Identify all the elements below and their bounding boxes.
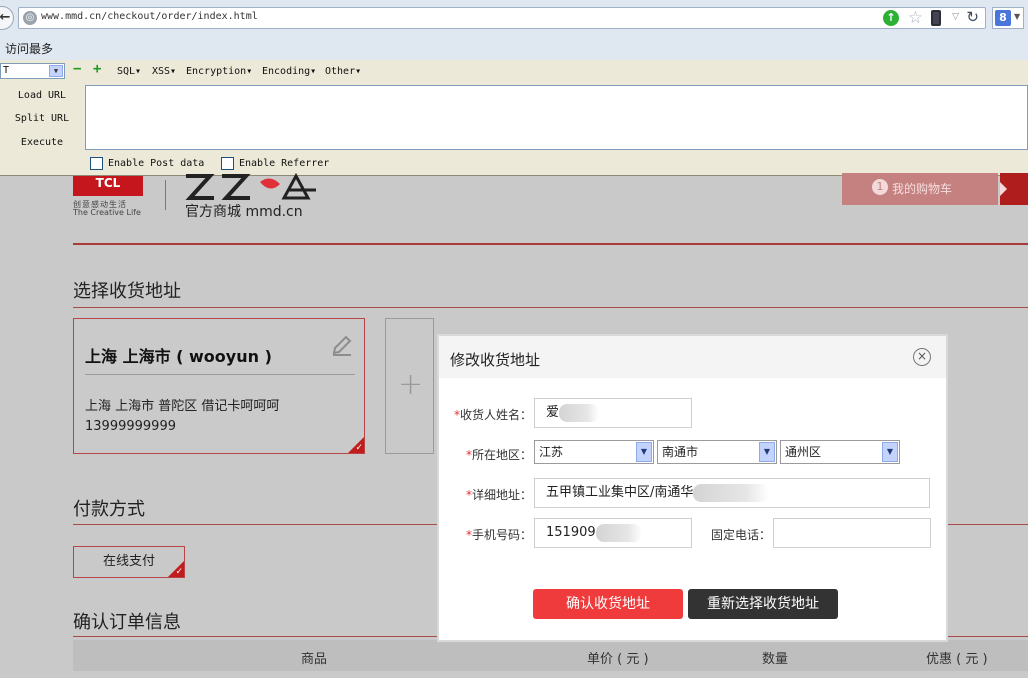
detail-address-label: *详细地址： bbox=[449, 486, 532, 503]
add-address-card[interactable]: + bbox=[385, 318, 434, 454]
redacted-blur bbox=[559, 403, 600, 422]
mobile-value: 151909 bbox=[546, 525, 596, 540]
address-bar[interactable]: ◎ www.mmd.cn/checkout/order/index.html ↑… bbox=[18, 7, 986, 29]
hackbar-select-value: T bbox=[3, 65, 10, 76]
redacted-blur bbox=[693, 483, 770, 502]
brand-slogan-en: The Creative Life bbox=[73, 208, 141, 217]
search-engine-selector[interactable]: 8 ▼ bbox=[992, 7, 1024, 29]
detail-address-value: 五甲镇工业集中区/南通华 bbox=[546, 485, 694, 500]
mobile-label-text: 手机号码： bbox=[471, 528, 532, 542]
cart-label: 我的购物车 bbox=[892, 182, 953, 196]
column-header-discount: 优惠 ( 元 ) bbox=[926, 652, 988, 667]
landline-label: 固定电话： bbox=[710, 528, 771, 542]
district-select[interactable]: 通州区 ▼ bbox=[780, 440, 900, 464]
enable-referrer-checkbox[interactable] bbox=[221, 157, 234, 170]
url-history-dropdown-icon[interactable]: ▽ bbox=[952, 12, 959, 22]
google-icon: 8 bbox=[995, 10, 1011, 26]
recipient-name-label-text: 收货人姓名： bbox=[459, 408, 532, 422]
tcl-logo[interactable]: TCL bbox=[73, 176, 143, 196]
close-icon[interactable]: × bbox=[913, 348, 931, 366]
chevron-down-icon: ▼ bbox=[1014, 12, 1021, 21]
back-arrow-icon[interactable]: ← bbox=[0, 6, 14, 30]
hackbar-panel: T ▼ − + SQL▾ XSS▾ Encryption▾ Encoding▾ … bbox=[0, 60, 1028, 176]
recipient-name-value: 爱 bbox=[546, 405, 560, 420]
minus-icon[interactable]: − bbox=[73, 62, 83, 76]
chevron-down-icon: ▼ bbox=[759, 442, 775, 462]
address-card-divider bbox=[85, 374, 355, 375]
hackbar-url-textarea[interactable] bbox=[85, 85, 1028, 150]
chevron-down-icon: ▼ bbox=[882, 442, 898, 462]
address-card-name: 上海 上海市 ( wooyun ) bbox=[85, 347, 272, 366]
column-header-quantity: 数量 bbox=[762, 652, 789, 667]
column-header-product: 商品 bbox=[301, 652, 328, 667]
online-payment-option[interactable]: 在线支付 ✓ bbox=[73, 546, 185, 578]
go-arrow-icon[interactable]: ↑ bbox=[883, 10, 899, 26]
redacted-blur bbox=[595, 523, 642, 542]
hackbar-menu-xss[interactable]: XSS▾ bbox=[152, 66, 176, 77]
address-card-selected[interactable]: 上海 上海市 ( wooyun ) 上海 上海市 普陀区 借记卡呵呵呵 1399… bbox=[73, 318, 365, 454]
dialog-title: 修改收货地址 bbox=[450, 351, 541, 369]
recipient-name-input[interactable]: 爱 bbox=[534, 398, 692, 428]
mobile-icon[interactable] bbox=[931, 10, 941, 26]
province-select[interactable]: 江苏 ▼ bbox=[534, 440, 654, 464]
url-text[interactable]: www.mmd.cn/checkout/order/index.html bbox=[41, 11, 258, 22]
address-section-rule bbox=[73, 307, 1028, 308]
load-url-button[interactable]: Load URL bbox=[0, 90, 84, 101]
address-card-phone: 13999999999 bbox=[85, 419, 176, 434]
payment-section-title: 付款方式 bbox=[73, 499, 145, 520]
province-value: 江苏 bbox=[539, 445, 564, 459]
checkmark-icon: ✓ bbox=[355, 443, 363, 453]
edit-pencil-icon[interactable] bbox=[330, 333, 354, 357]
mmd-logo-icon[interactable] bbox=[184, 172, 318, 200]
bookmark-most-visited[interactable]: 访问最多 bbox=[5, 40, 53, 57]
address-card-detail: 上海 上海市 普陀区 借记卡呵呵呵 bbox=[85, 399, 280, 414]
logo-divider bbox=[165, 180, 166, 210]
reselect-address-button[interactable]: 重新选择收货地址 bbox=[688, 589, 838, 619]
plus-icon: + bbox=[398, 367, 424, 402]
my-cart-button[interactable]: 1 我的购物车 bbox=[842, 173, 998, 205]
bookmark-star-icon[interactable]: ☆ bbox=[908, 8, 923, 28]
reload-icon[interactable]: ↻ bbox=[966, 8, 979, 26]
district-value: 通州区 bbox=[785, 445, 822, 459]
city-value: 南通市 bbox=[662, 445, 699, 459]
hackbar-menu-sql[interactable]: SQL▾ bbox=[117, 66, 141, 77]
enable-referrer-label: Enable Referrer bbox=[239, 158, 330, 169]
cart-step-number: 1 bbox=[872, 179, 888, 195]
checkout-step-arrow bbox=[1000, 173, 1028, 205]
site-name: 官方商城 mmd.cn bbox=[185, 204, 303, 220]
chevron-down-icon: ▼ bbox=[636, 442, 652, 462]
landline-input[interactable] bbox=[773, 518, 931, 548]
dialog-header: 修改收货地址 × bbox=[439, 336, 946, 378]
column-header-unit-price: 单价 ( 元 ) bbox=[587, 652, 649, 667]
city-select[interactable]: 南通市 ▼ bbox=[657, 440, 777, 464]
hackbar-menu-other[interactable]: Other▾ bbox=[325, 66, 361, 77]
chevron-down-icon: ▼ bbox=[49, 65, 63, 77]
enable-post-label: Enable Post data bbox=[108, 158, 205, 169]
execute-button[interactable]: Execute bbox=[0, 137, 84, 148]
detail-address-label-text: 详细地址： bbox=[471, 488, 532, 502]
recipient-name-label: *收货人姓名： bbox=[449, 406, 532, 423]
enable-post-checkbox[interactable] bbox=[90, 157, 103, 170]
hackbar-select[interactable]: T ▼ bbox=[0, 63, 65, 79]
confirm-address-button[interactable]: 确认收货地址 bbox=[533, 589, 683, 619]
order-table-header: 商品 单价 ( 元 ) 数量 优惠 ( 元 ) bbox=[73, 640, 1028, 671]
split-url-button[interactable]: Split URL bbox=[0, 113, 84, 124]
detail-address-input[interactable]: 五甲镇工业集中区/南通华 bbox=[534, 478, 930, 508]
region-label-text: 所在地区： bbox=[471, 448, 532, 462]
hackbar-menu-encryption[interactable]: Encryption▾ bbox=[186, 66, 252, 77]
globe-icon: ◎ bbox=[23, 11, 37, 25]
plus-icon[interactable]: + bbox=[93, 62, 105, 76]
header-rule bbox=[73, 243, 1028, 245]
mobile-input[interactable]: 151909 bbox=[534, 518, 692, 548]
edit-address-dialog: 修改收货地址 × *收货人姓名： 爱 *所在地区： 江苏 ▼ 南通市 ▼ 通州区… bbox=[437, 334, 948, 642]
bookmarks-bar: 访问最多 bbox=[0, 36, 1028, 60]
hackbar-menu-encoding[interactable]: Encoding▾ bbox=[262, 66, 316, 77]
order-section-title: 确认订单信息 bbox=[73, 612, 181, 633]
browser-toolbar: ← ◎ www.mmd.cn/checkout/order/index.html… bbox=[0, 0, 1028, 36]
mobile-label: *手机号码： bbox=[449, 526, 532, 543]
address-section-title: 选择收货地址 bbox=[73, 281, 181, 302]
checkmark-icon: ✓ bbox=[175, 567, 183, 577]
region-label: *所在地区： bbox=[449, 446, 532, 463]
online-payment-label: 在线支付 bbox=[102, 554, 155, 569]
